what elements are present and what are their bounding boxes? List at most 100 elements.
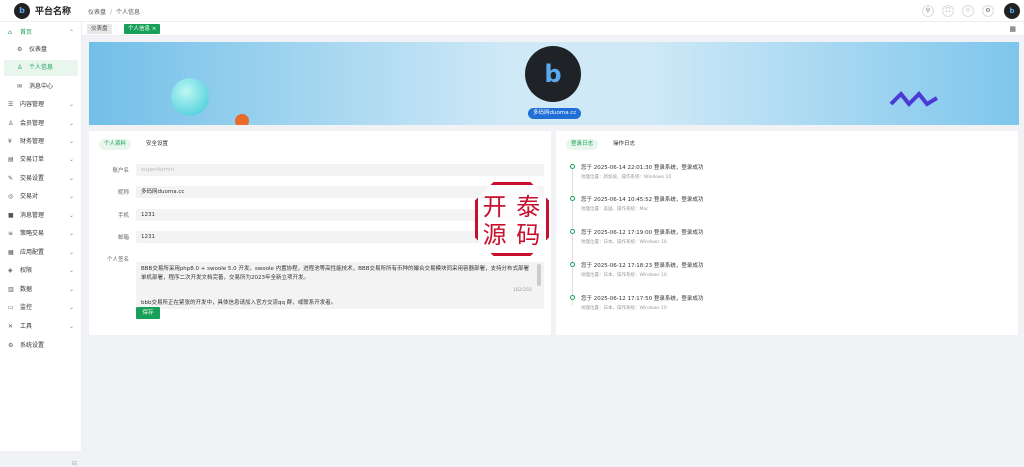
timeline-dot (570, 229, 575, 234)
log-detail: 地理位置：新加坡，操作系统：Windows 10 (581, 175, 672, 180)
chevron-up-icon: ⌃ (68, 29, 74, 36)
top-bar: b 平台名称 仪表盘 / 个人信息 ⚲ ⛶ ♢ ⚙ b (0, 0, 1024, 22)
sidebar-item-label: 数据 (20, 286, 33, 293)
sidebar-item-monitor[interactable]: ▭ 监控 ⌄ (0, 300, 82, 316)
sidebar-item-messages[interactable]: ✉ 消息中心 (0, 79, 82, 95)
chevron-down-icon: ⌄ (68, 212, 74, 219)
sidebar-item-label: 消息中心 (29, 83, 54, 90)
user-avatar[interactable]: b (1004, 3, 1020, 19)
home-icon: ⌂ (8, 29, 12, 36)
sidebar-item-system[interactable]: ⚙ 系统设置 (0, 338, 82, 354)
chevron-down-icon: ⌄ (68, 175, 74, 182)
tab-dashboard[interactable]: 仪表盘 (87, 24, 112, 34)
sidebar-item-pairs[interactable]: ◎ 交易对 ⌄ (0, 189, 82, 205)
layout-grid-icon[interactable]: ▦ (1009, 25, 1016, 33)
breadcrumb-home[interactable]: 仪表盘 (88, 9, 106, 16)
search-icon[interactable]: ⚲ (922, 5, 934, 17)
timeline-dot (570, 295, 575, 300)
tab-profile[interactable]: 个人信息 × (124, 24, 161, 34)
sidebar-item-app-config[interactable]: ▦ 应用配置 ⌄ (0, 245, 82, 261)
list-icon: ☰ (8, 101, 14, 108)
tab-login-log[interactable]: 登录日志 (566, 139, 599, 150)
chevron-down-icon: ⌄ (68, 323, 74, 330)
sidebar-item-label: 交易对 (20, 193, 39, 200)
sidebar-item-trade-settings[interactable]: ✎ 交易设置 ⌄ (0, 171, 82, 187)
timeline-dot (570, 196, 575, 201)
tab-profile-info[interactable]: 个人资料 (99, 139, 132, 150)
sidebar-item-dashboard[interactable]: ⚙ 仪表盘 (0, 42, 82, 58)
tab-operation-log[interactable]: 操作日志 (608, 139, 640, 150)
profile-avatar[interactable]: b (525, 46, 581, 102)
tab-security[interactable]: 安全设置 (141, 139, 173, 150)
decorative-zigzag (889, 91, 939, 107)
gear-icon: ⚙ (8, 342, 14, 349)
chevron-down-icon: ⌄ (68, 267, 74, 274)
account-field[interactable]: superAdmin (136, 164, 544, 176)
sidebar-item-members[interactable]: ♙ 会员管理 ⌄ (0, 116, 82, 132)
sidebar-item-tools[interactable]: ✕ 工具 ⌄ (0, 319, 82, 335)
order-icon: ▤ (8, 156, 14, 163)
profile-banner: b 多码网duoma.cc (89, 42, 1019, 125)
brand-logo[interactable]: b (14, 3, 30, 19)
log-detail: 地理位置：日本，操作系统：Windows 10 (581, 240, 667, 245)
sidebar-item-label: 策略交易 (20, 230, 45, 237)
gear-icon[interactable]: ⚙ (982, 5, 994, 17)
profile-username-badge: 多码网duoma.cc (528, 108, 582, 119)
log-detail: 地理位置：日本，操作系统：Windows 10 (581, 306, 667, 311)
sidebar-item-content[interactable]: ☰ 内容管理 ⌄ (0, 97, 82, 113)
log-detail: 地理位置：美国，操作系统：Mac (581, 207, 649, 212)
log-detail: 地理位置：日本，操作系统：Windows 10 (581, 273, 667, 278)
database-icon: ▥ (8, 286, 14, 293)
chevron-down-icon: ⌄ (68, 156, 74, 163)
message-icon: ✉ (17, 83, 23, 90)
sidebar-item-home[interactable]: ⌂ 首页 ⌃ (0, 25, 82, 41)
bell-icon[interactable]: ♢ (962, 5, 974, 17)
sidebar-item-label: 系统设置 (20, 342, 45, 349)
wrench-icon: ✎ (8, 175, 14, 182)
close-icon[interactable]: × (152, 26, 157, 32)
sidebar: ⌂ 首页 ⌃ ⚙ 仪表盘 ♙ 个人信息 ✉ 消息中心 ☰ 内容管理 ⌄ ♙ 会员管理 ⌄ ¥ 财务管… (0, 22, 82, 467)
chevron-down-icon: ⌄ (68, 304, 74, 311)
sidebar-item-data[interactable]: ▥ 数据 ⌄ (0, 282, 82, 298)
sidebar-item-label: 消息管理 (20, 212, 45, 219)
signature-textarea[interactable]: BBB交易所采用php8.0 + swoole 5.0 开发。swoole 内置… (136, 262, 544, 297)
chevron-down-icon: ⌄ (68, 101, 74, 108)
sidebar-item-finance[interactable]: ¥ 财务管理 ⌄ (0, 134, 82, 150)
breadcrumb-current: 个人信息 (116, 9, 141, 16)
account-label: 账户名 (112, 168, 129, 174)
phone-label: 手机 (117, 213, 129, 219)
brand-title[interactable]: 平台名称 (35, 4, 71, 17)
decorative-ball (235, 114, 249, 125)
nickname-label: 昵称 (117, 190, 129, 196)
sidebar-item-label: 财务管理 (20, 138, 45, 145)
sidebar-item-label: 内容管理 (20, 101, 45, 108)
save-button[interactable]: 保存 (136, 307, 160, 319)
sidebar-item-permission[interactable]: ◈ 权限 ⌄ (0, 263, 82, 279)
timeline-line (572, 165, 573, 305)
fullscreen-icon[interactable]: ⛶ (942, 5, 954, 17)
timeline-dot (570, 262, 575, 267)
sidebar-item-orders[interactable]: ▤ 交易订单 ⌄ (0, 152, 82, 168)
coin-icon: ◎ (8, 193, 14, 200)
chevron-down-icon: ⌄ (68, 249, 74, 256)
breadcrumb-separator: / (110, 9, 113, 16)
dashboard-icon: ⚙ (17, 46, 23, 53)
signature-textarea-line2[interactable]: bbb交易所正在紧张的开发中，具体信息请加入官方交流qq 群，或联系开发者。 (136, 297, 544, 309)
sidebar-item-profile[interactable]: ♙ 个人信息 (4, 60, 78, 76)
timeline-dot (570, 164, 575, 169)
sidebar-item-label: 监控 (20, 304, 33, 311)
email-label: 邮箱 (117, 235, 129, 241)
collapse-sidebar-icon[interactable]: ⊟ (72, 460, 77, 467)
chevron-down-icon: ⌄ (68, 138, 74, 145)
sidebar-item-label: 工具 (20, 323, 33, 330)
signature-label: 个人签名 (106, 257, 129, 263)
money-icon: ¥ (8, 138, 12, 145)
user-icon: ♙ (17, 64, 23, 71)
sidebar-item-message-admin[interactable]: ■ 消息管理 ⌄ (0, 208, 82, 224)
sidebar-item-strategy[interactable]: ≡ 策略交易 ⌄ (0, 226, 82, 242)
logs-panel: 登录日志 操作日志 您于 2025-06-14 22:01:30 登录系统，登录… (556, 131, 1018, 335)
tab-label: 个人信息 (128, 26, 151, 32)
textarea-scrollbar[interactable] (537, 264, 541, 286)
strategy-icon: ≡ (8, 230, 14, 237)
chevron-down-icon: ⌄ (68, 120, 74, 127)
